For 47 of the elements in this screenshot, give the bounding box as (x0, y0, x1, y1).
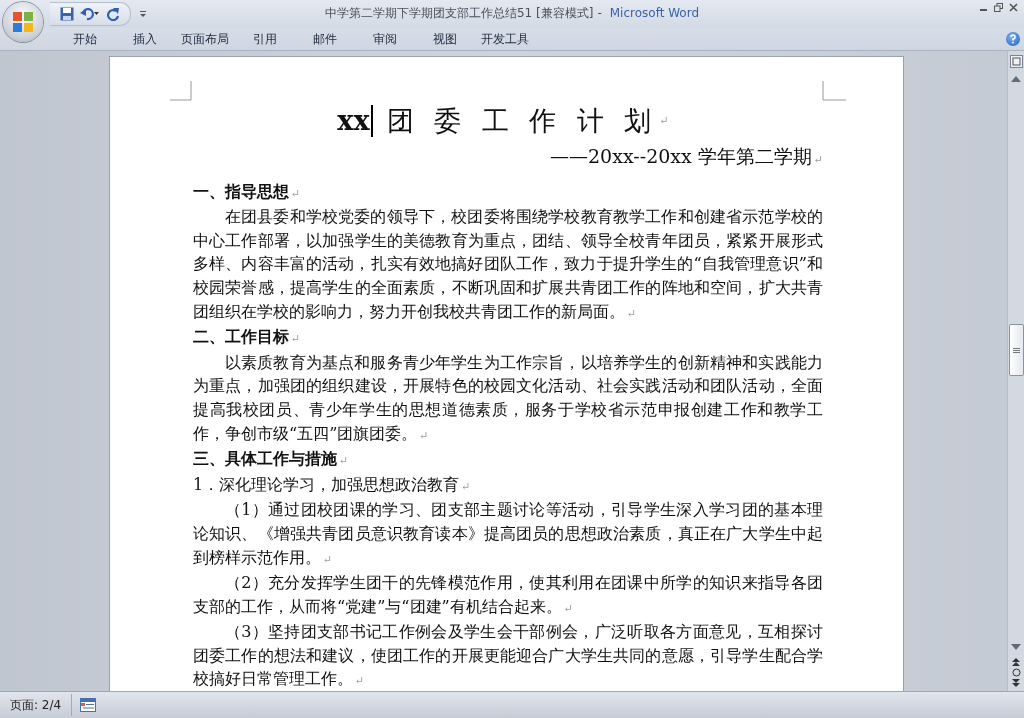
title-prefix: xx (337, 109, 370, 133)
paragraph-mark: ↵ (659, 113, 669, 130)
text-cursor (370, 105, 373, 137)
previous-page-icon[interactable] (1012, 658, 1020, 666)
office-button[interactable] (3, 2, 43, 42)
paragraph: （2）充分发挥学生团干的先锋模范作用，使其利用在团课中所学的知识来指导各团支部的工作，从而将“党建”与“团建”有机结合起来。↵ (193, 572, 823, 618)
help-icon[interactable] (1006, 32, 1020, 46)
page-count[interactable]: 页面: 2/4 (0, 694, 73, 716)
language-icon[interactable] (80, 698, 97, 712)
ribbon-tab[interactable]: 引用 (240, 28, 290, 50)
vertical-scrollbar[interactable] (1007, 51, 1024, 691)
undo-icon[interactable] (80, 7, 100, 21)
customize-caret-icon[interactable] (139, 10, 147, 18)
office-logo-icon (12, 11, 34, 33)
next-page-icon[interactable] (1012, 679, 1020, 687)
ribbon-tab[interactable]: 审阅 (360, 28, 410, 50)
section-heading: 二、工作目标↵ (193, 326, 302, 349)
paragraph: 1．深化理论学习，加强思想政治教育↵ (193, 473, 472, 496)
document-heading: 团 委 工 作 计 划 (386, 109, 658, 133)
restore-icon[interactable] (994, 3, 1003, 12)
ribbon-tab[interactable]: 开发工具 (480, 28, 530, 50)
section-heading: 一、指导思想↵ (193, 180, 302, 203)
ribbon-tab[interactable]: 视图 (420, 28, 470, 50)
redo-icon[interactable] (106, 7, 120, 21)
scrollbar-thumb[interactable] (1008, 324, 1024, 376)
save-icon[interactable] (60, 7, 74, 21)
ruler-toggle-icon[interactable] (1009, 55, 1023, 68)
close-icon[interactable] (1009, 3, 1018, 12)
paragraph: （3）坚持团支部书记工作例会及学生会干部例会，广泛听取各方面意见，互相探讨团委工作的想法和建议，使团工作的开展更能迎合广大学生共同的意愿，引导学生配合学校搞好日常管理工作。↵ (193, 621, 823, 691)
margin-corner-icon (170, 81, 192, 101)
paragraph: （1）通过团校团课的学习、团支部主题讨论等活动，引导学生深入学习团的基本理论知识、《增强共青团员意识教育读本》提高团员的思想政治素质，真正在广大学生中起到榜样示范作用。↵ (193, 499, 823, 569)
ribbon-tab[interactable]: 页面布局 (180, 28, 230, 50)
margin-corner-icon (822, 81, 846, 101)
paragraph: 以素质教育为基点和服务青少年学生为工作宗旨，以培养学生的创新精神和实践能力为重点，加强团的组织建设，开展特色的校园文化活动、社会实践活动和团队活动，全面提高我校团员、青少年学生的思想道德素质，服务于学校省示范申报创建工作和教学工作，争创市级“五四”团旗团委。↵ (193, 351, 823, 445)
app-name: Microsoft Word (609, 6, 700, 20)
subtitle: ——20xx--20xx 学年第二学期 (550, 145, 812, 167)
title-separator: - (597, 6, 602, 20)
paragraph: 在团县委和学校党委的领导下，校团委将围绕学校教育教学工作和创建省示范学校的中心工作部署，以加强学生的美德教育为重点，团结、领导全校青年团员，紧紧开展形式多样、内容丰富的活动，扎实有效地搞好团队工作，致力于提升学生的“自我管理意识”和校园荣誉感，提高学生的全面素质，不断巩固和扩展共青团工作的阵地和空间，扩大共青团组织在学校的影响力，努力开创我校共青团工作的新局面。↵ (193, 206, 823, 323)
section-heading: 三、具体工作与措施↵ (193, 448, 350, 471)
ribbon-tab[interactable]: 开始 (60, 28, 110, 50)
ribbon-tab[interactable]: 插入 (120, 28, 170, 50)
ribbon-tab[interactable]: 邮件 (300, 28, 350, 50)
document-title: 中学第二学期下学期团支部工作总结51 [兼容模式] (324, 6, 594, 20)
scroll-down-icon[interactable] (1011, 644, 1021, 650)
scroll-up-icon[interactable] (1011, 76, 1021, 82)
paragraph-mark: ↵ (813, 153, 823, 166)
browse-object-icon[interactable] (1011, 668, 1021, 677)
